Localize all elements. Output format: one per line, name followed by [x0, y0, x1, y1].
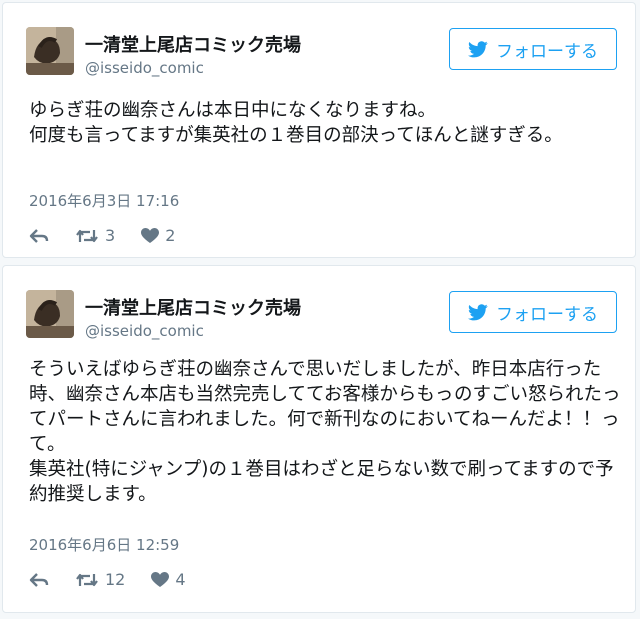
like-button[interactable]: 4 — [151, 570, 186, 589]
follow-label: フォローする — [496, 41, 598, 62]
like-count: 4 — [175, 570, 186, 589]
follow-label: フォローする — [496, 304, 598, 325]
tweet-card: 一清堂上尾店コミック売場 @isseido_comic フォローする そういえば… — [2, 265, 636, 613]
heart-icon — [141, 227, 160, 243]
follow-button[interactable]: フォローする — [449, 291, 617, 333]
reply-button[interactable] — [29, 228, 49, 244]
retweet-icon — [76, 229, 98, 242]
like-button[interactable]: 2 — [141, 226, 175, 245]
tweet-text: ゆらぎ荘の幽奈さんは本日中になくなりますね。 何度も言ってますが集英社の１巻目の… — [29, 100, 563, 146]
twitter-bird-icon — [468, 40, 488, 57]
avatar[interactable] — [26, 27, 74, 75]
retweet-icon — [76, 573, 98, 586]
user-handle[interactable]: @isseido_comic — [85, 322, 204, 340]
reply-icon — [29, 228, 49, 243]
avatar[interactable] — [26, 290, 74, 338]
tweet-timestamp[interactable]: 2016年6月6日 12:59 — [29, 534, 179, 555]
tweet-timestamp[interactable]: 2016年6月3日 17:16 — [29, 190, 179, 211]
twitter-bird-icon — [468, 303, 488, 320]
tweet-text: そういえばゆらぎ荘の幽奈さんで思いだしましたが、昨日本店行った時、幽奈さん本店も… — [29, 359, 621, 505]
tweet-actions: 3 2 — [29, 226, 201, 245]
heart-icon — [151, 571, 170, 587]
retweet-button[interactable]: 3 — [75, 226, 115, 245]
retweet-count: 12 — [105, 570, 126, 589]
display-name[interactable]: 一清堂上尾店コミック売場 — [85, 31, 301, 57]
user-handle[interactable]: @isseido_comic — [85, 59, 204, 77]
follow-button[interactable]: フォローする — [449, 28, 617, 70]
reply-icon — [29, 572, 49, 587]
tweet-card: 一清堂上尾店コミック売場 @isseido_comic フォローする ゆらぎ荘の… — [2, 2, 636, 258]
display-name[interactable]: 一清堂上尾店コミック売場 — [85, 294, 301, 320]
retweet-button[interactable]: 12 — [75, 570, 125, 589]
reply-button[interactable] — [29, 572, 49, 588]
like-count: 2 — [165, 226, 176, 245]
retweet-count: 3 — [105, 226, 116, 245]
tweet-actions: 12 4 — [29, 570, 212, 589]
